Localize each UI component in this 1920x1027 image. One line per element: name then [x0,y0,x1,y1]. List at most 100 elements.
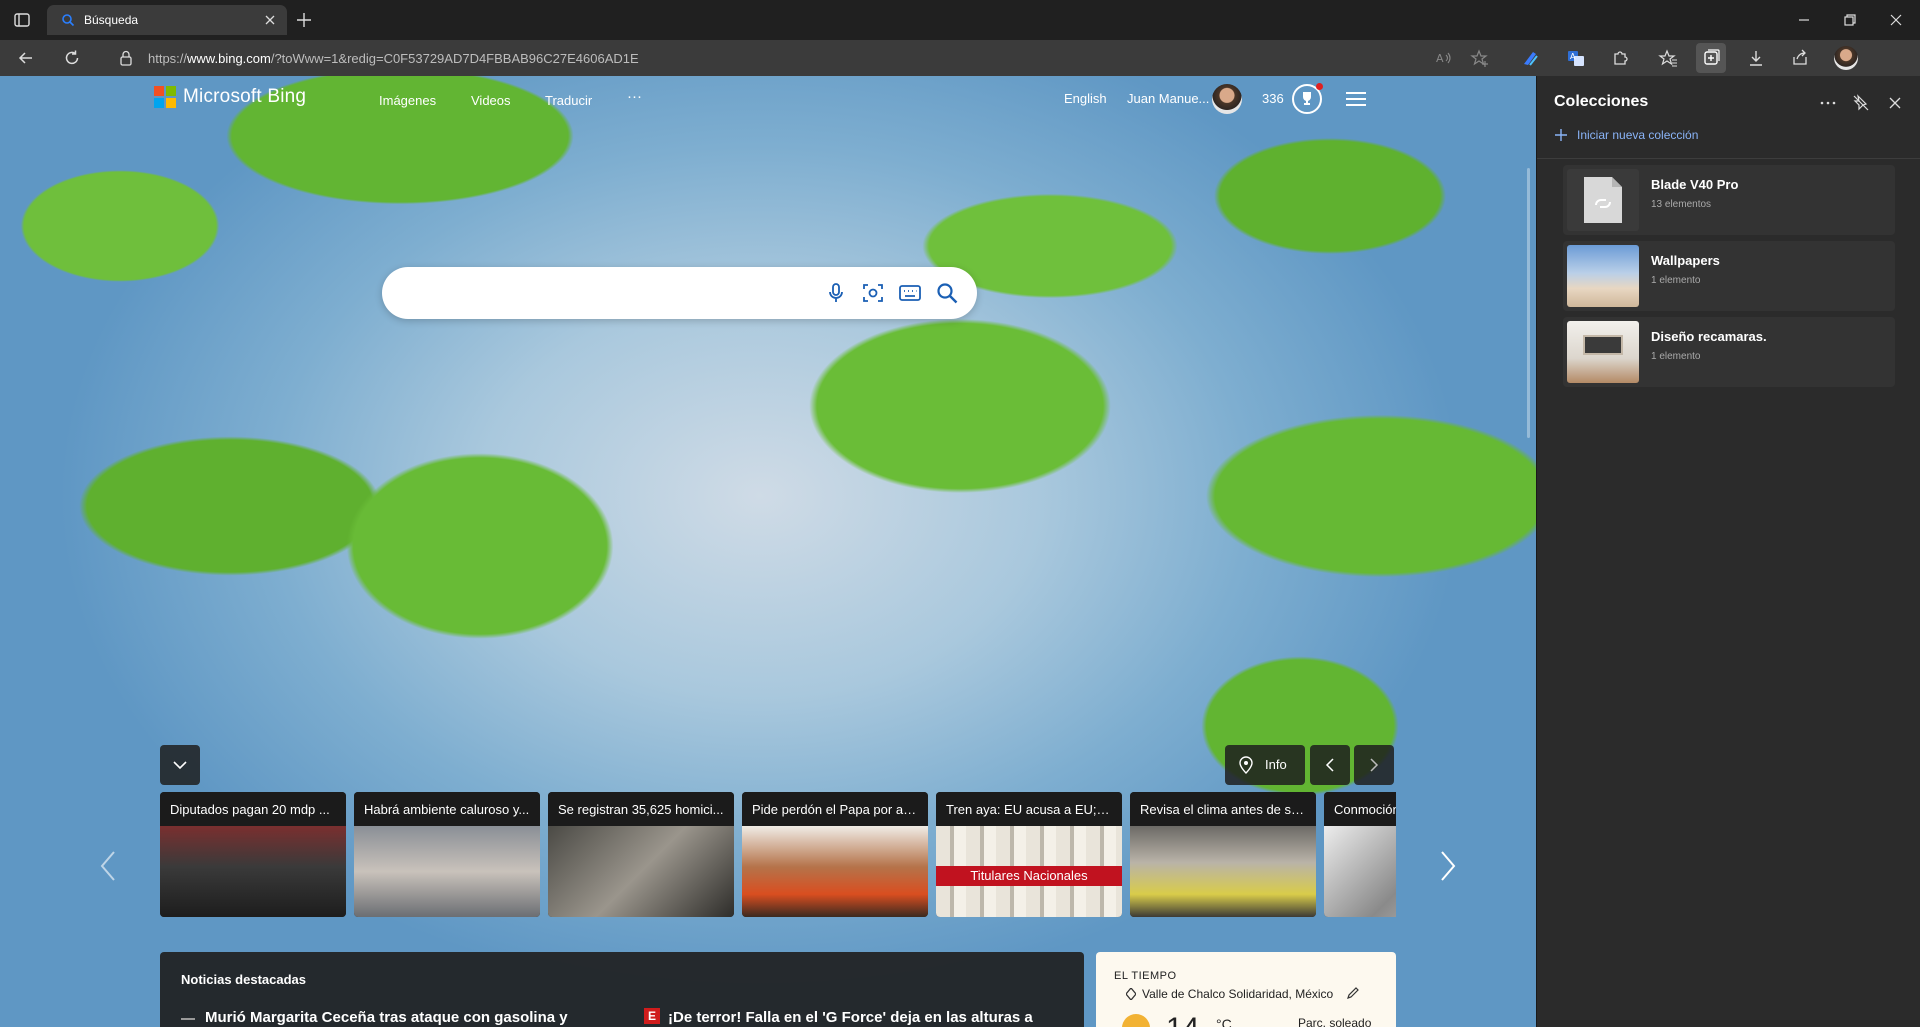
news-card-title: Habrá ambiente caluroso y... [354,792,540,826]
collection-name: Wallpapers [1651,253,1720,268]
url-text[interactable]: https://www.bing.com/?toWww=1&redig=C0F5… [148,51,639,66]
carousel-next-icon[interactable] [1436,846,1460,886]
browser-toolbar: https://www.bing.com/?toWww=1&redig=C0F5… [0,40,1920,76]
news-card-image [548,826,734,917]
page-scrollbar[interactable] [1527,168,1530,438]
collection-name: Blade V40 Pro [1651,177,1739,192]
rewards-points[interactable]: 336 [1262,91,1284,106]
read-aloud-icon[interactable]: A [1434,48,1454,68]
top-news-panel: Noticias destacadas Murió Margarita Cece… [160,952,1084,1027]
new-tab-icon[interactable] [295,11,313,29]
news-card-title: Pide perdón el Papa por ab... [742,792,928,826]
news-card[interactable]: Tren aya: EU acusa a EU; Ve... Titulares… [936,792,1122,917]
close-window-icon[interactable] [1886,10,1906,30]
news-card[interactable]: Diputados pagan 20 mdp ... [160,792,346,917]
carousel-prev-icon[interactable] [96,846,120,886]
extensions-icon[interactable] [1610,48,1630,68]
collection-thumbnail [1567,169,1639,231]
image-info-button[interactable]: Info [1225,745,1305,785]
add-favorite-icon[interactable] [1470,48,1490,68]
collection-thumbnail [1567,245,1639,307]
start-new-collection-link[interactable]: Iniciar nueva colección [1554,128,1698,142]
news-card-image [1324,826,1396,917]
nav-translate[interactable]: Traducir [545,93,592,108]
back-icon[interactable] [16,48,36,68]
tab-busqueda[interactable]: Búsqueda [47,5,287,35]
top-news-item[interactable]: Murió Margarita Ceceña tras ataque con g… [205,1009,568,1026]
news-card-title: Revisa el clima antes de sal... [1130,792,1316,826]
info-label: Info [1265,757,1287,772]
microsoft-logo-icon [154,86,176,108]
collection-item[interactable]: Diseño recamaras. 1 elemento [1563,317,1895,387]
search-favicon-icon [62,14,75,27]
search-icon[interactable] [935,281,959,305]
link-document-icon [1584,177,1622,223]
partly-sunny-icon [1122,1014,1150,1027]
minimize-icon[interactable] [1794,10,1814,30]
collection-item[interactable]: Blade V40 Pro 13 elementos [1563,165,1895,235]
microphone-icon[interactable] [824,281,848,305]
tab-actions-icon[interactable] [12,10,32,30]
nav-more[interactable]: ··· [627,88,642,105]
visual-search-icon[interactable] [861,281,885,305]
location-icon [1126,988,1136,1000]
panel-divider [1537,158,1920,159]
news-card-image [1130,826,1316,917]
edit-icon[interactable] [1346,986,1360,1000]
new-collection-label: Iniciar nueva colección [1577,128,1699,142]
address-bar[interactable]: https://www.bing.com/?toWww=1&redig=C0F5… [110,43,1500,73]
weather-location: Valle de Chalco Solidaridad, México [1142,987,1334,1001]
bing-homepage: Microsoft Bing Imágenes Videos Traducir … [0,76,1536,1027]
news-carousel: Diputados pagan 20 mdp ... Habrá ambient… [160,792,1396,917]
news-card-image [742,826,928,917]
notification-dot [1316,83,1323,90]
nav-videos[interactable]: Videos [471,93,511,108]
user-avatar[interactable] [1212,84,1242,114]
restore-icon[interactable] [1840,10,1860,30]
tab-bar: Búsqueda [0,0,1920,40]
plus-icon [1555,129,1567,141]
unpin-icon[interactable] [1852,94,1870,112]
url-path: /?toWww=1&redig=C0F53729AD7D4FBBAB96C27E… [270,51,639,66]
translate-icon[interactable]: A [1566,48,1586,68]
favorites-icon[interactable] [1658,48,1678,68]
news-source-mark [181,1018,195,1020]
user-name[interactable]: Juan Manue... [1127,91,1209,106]
language-link[interactable]: English [1064,91,1107,106]
share-icon[interactable] [1790,48,1810,68]
news-card[interactable]: Conmoción [1324,792,1396,917]
weather-condition: Parc. soleado [1298,1016,1372,1027]
news-card[interactable]: Se registran 35,625 homici... [548,792,734,917]
news-card[interactable]: Revisa el clima antes de sal... [1130,792,1316,917]
collection-name: Diseño recamaras. [1651,329,1767,344]
menu-icon[interactable] [1345,90,1367,108]
rewards-button[interactable] [1292,83,1323,114]
weather-widget[interactable]: EL TIEMPO Valle de Chalco Solidaridad, M… [1096,952,1396,1027]
lock-icon[interactable] [118,49,134,67]
collections-button[interactable] [1696,43,1726,73]
bing-logo[interactable]: Microsoft Bing [154,86,306,108]
collection-count: 1 elemento [1651,351,1701,362]
profile-avatar[interactable] [1834,46,1858,70]
collection-item[interactable]: Wallpapers 1 elemento [1563,241,1895,311]
close-tab-icon[interactable] [263,13,277,27]
top-news-heading: Noticias destacadas [181,972,307,987]
more-options-icon[interactable] [1819,94,1837,112]
close-panel-icon[interactable] [1886,94,1904,112]
next-image-button[interactable] [1354,745,1394,785]
nav-images[interactable]: Imágenes [379,93,436,108]
top-news-item[interactable]: ¡De terror! Falla en el 'G Force' deja e… [668,1009,1033,1026]
news-card-title: Conmoción [1324,792,1396,826]
collection-thumbnail [1567,321,1639,383]
news-card[interactable]: Habrá ambiente caluroso y... [354,792,540,917]
search-input[interactable] [406,281,846,305]
svg-text:A: A [1570,52,1576,61]
news-card[interactable]: Pide perdón el Papa por ab... [742,792,928,917]
collapse-feed-button[interactable] [160,745,200,785]
downloads-icon[interactable] [1746,48,1766,68]
keyboard-icon[interactable] [898,281,922,305]
collection-count: 1 elemento [1651,275,1701,286]
refresh-icon[interactable] [62,48,82,68]
previous-image-button[interactable] [1310,745,1350,785]
bing-chat-icon[interactable] [1520,48,1540,68]
